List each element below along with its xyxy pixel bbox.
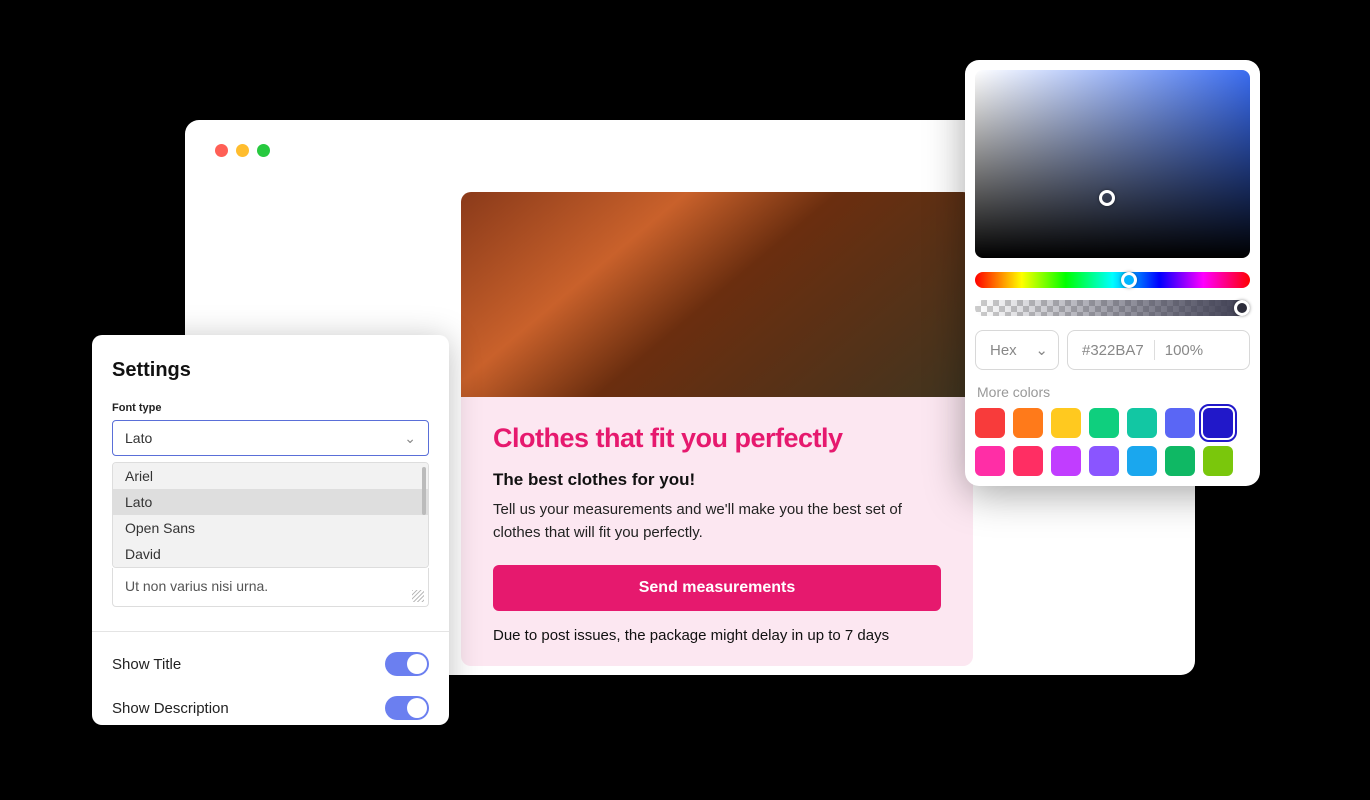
settings-divider: [92, 631, 449, 632]
color-swatch[interactable]: [1203, 446, 1233, 476]
close-window-button[interactable]: [215, 144, 228, 157]
color-swatch[interactable]: [1127, 408, 1157, 438]
chevron-down-icon: ⌄: [1035, 341, 1048, 359]
hero-image: [461, 192, 973, 397]
font-option-ariel[interactable]: Ariel: [113, 463, 428, 489]
swatch-grid: [975, 408, 1250, 476]
card-description: Tell us your measurements and we'll make…: [493, 498, 941, 545]
card-note: Due to post issues, the package might de…: [493, 627, 941, 644]
show-description-row: Show Description: [112, 696, 429, 720]
show-description-label: Show Description: [112, 700, 229, 717]
maximize-window-button[interactable]: [257, 144, 270, 157]
font-type-select[interactable]: Lato ⌄: [112, 420, 429, 456]
font-type-value: Lato: [125, 430, 152, 446]
color-swatch[interactable]: [1165, 408, 1195, 438]
font-type-dropdown: Ariel Lato Open Sans David: [112, 462, 429, 568]
show-title-row: Show Title: [112, 652, 429, 676]
color-swatch[interactable]: [1013, 446, 1043, 476]
send-measurements-button[interactable]: Send measurements: [493, 565, 941, 611]
hue-handle[interactable]: [1121, 272, 1137, 288]
preview-card: Clothes that fit you perfectly The best …: [461, 192, 973, 666]
card-body: Clothes that fit you perfectly The best …: [461, 397, 973, 666]
color-inputs-row: Hex ⌄ #322BA7 100%: [975, 330, 1250, 370]
color-swatch[interactable]: [1051, 408, 1081, 438]
color-swatch[interactable]: [1089, 446, 1119, 476]
hex-value: #322BA7: [1082, 342, 1144, 359]
color-format-select[interactable]: Hex ⌄: [975, 330, 1059, 370]
minimize-window-button[interactable]: [236, 144, 249, 157]
color-swatch[interactable]: [1165, 446, 1195, 476]
settings-panel: Settings Font type Lato ⌄ Ariel Lato Ope…: [92, 335, 449, 725]
chevron-down-icon: ⌄: [404, 430, 416, 447]
saturation-value-area[interactable]: [975, 70, 1250, 258]
color-swatch[interactable]: [1203, 408, 1233, 438]
color-swatch[interactable]: [1127, 446, 1157, 476]
font-option-lato[interactable]: Lato: [113, 489, 428, 515]
show-title-toggle[interactable]: [385, 652, 429, 676]
more-colors-label: More colors: [977, 384, 1248, 400]
settings-title: Settings: [112, 359, 429, 382]
description-textarea[interactable]: Ut non varius nisi urna.: [112, 568, 429, 607]
opacity-value: 100%: [1165, 342, 1203, 359]
font-option-david[interactable]: David: [113, 541, 428, 567]
color-swatch[interactable]: [1013, 408, 1043, 438]
hue-slider[interactable]: [975, 272, 1250, 288]
color-swatch[interactable]: [1051, 446, 1081, 476]
alpha-slider[interactable]: [975, 300, 1250, 316]
font-type-label: Font type: [112, 402, 429, 414]
color-format-value: Hex: [990, 342, 1017, 359]
color-swatch[interactable]: [1089, 408, 1119, 438]
hex-input[interactable]: #322BA7 100%: [1067, 330, 1250, 370]
show-title-label: Show Title: [112, 656, 181, 673]
color-picker-panel: Hex ⌄ #322BA7 100% More colors: [965, 60, 1260, 486]
color-swatch[interactable]: [975, 446, 1005, 476]
show-description-toggle[interactable]: [385, 696, 429, 720]
card-subtitle: The best clothes for you!: [493, 470, 941, 490]
input-separator: [1154, 340, 1155, 360]
color-swatch[interactable]: [975, 408, 1005, 438]
sv-handle[interactable]: [1099, 190, 1115, 206]
alpha-handle[interactable]: [1234, 300, 1250, 316]
font-option-open-sans[interactable]: Open Sans: [113, 515, 428, 541]
card-title: Clothes that fit you perfectly: [493, 423, 941, 454]
